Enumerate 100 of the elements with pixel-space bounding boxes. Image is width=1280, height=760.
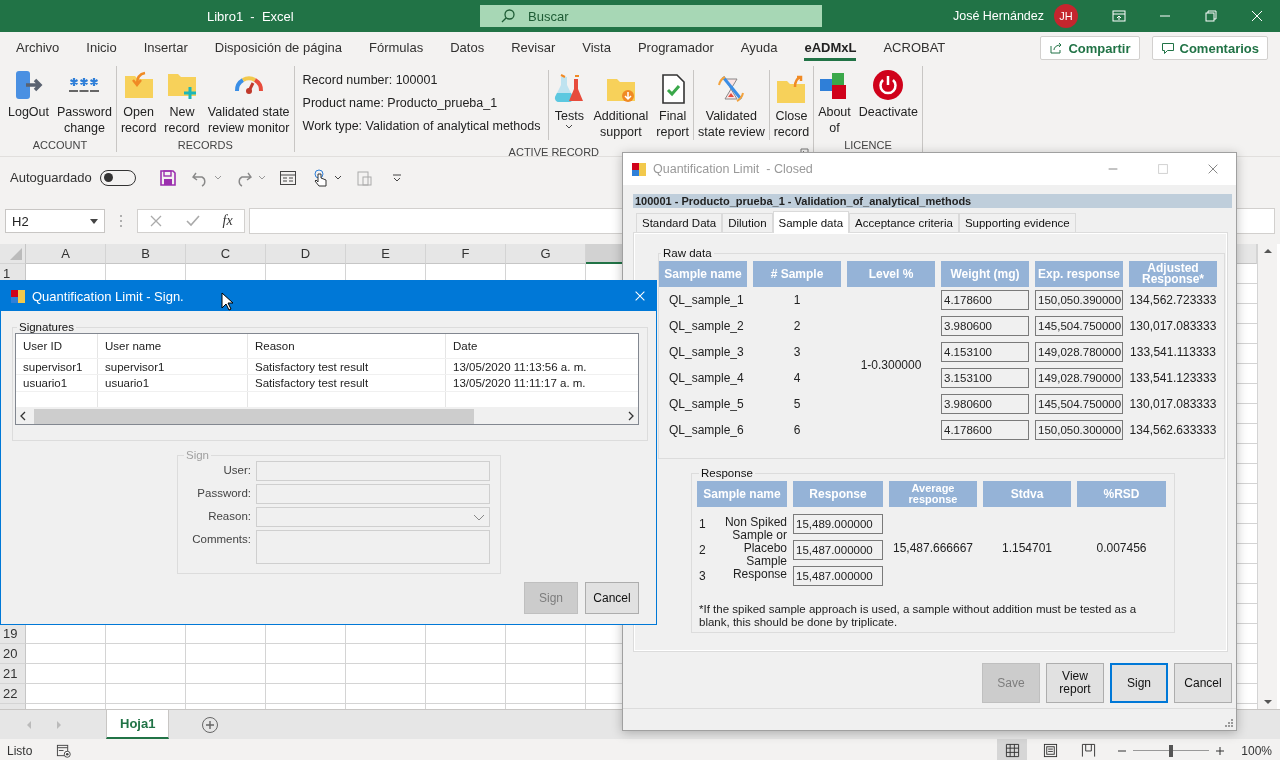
dialog-button[interactable]: Sign: [1110, 663, 1168, 703]
column-header[interactable]: G: [506, 244, 586, 264]
macro-recording-icon[interactable]: [56, 743, 72, 758]
add-sheet-icon[interactable]: [201, 715, 220, 734]
customize-icon[interactable]: [391, 173, 402, 182]
row-header[interactable]: 19: [0, 624, 26, 644]
zoom-in-icon[interactable]: [1215, 745, 1226, 756]
response-field[interactable]: 145,504.750000: [1035, 316, 1123, 336]
resize-grip-icon[interactable]: [1223, 717, 1233, 727]
down-arrow-icon[interactable]: [1262, 699, 1273, 705]
ribbon-button[interactable]: About of: [814, 66, 855, 138]
scrollbar-thumb[interactable]: [34, 408, 474, 424]
name-box[interactable]: H2: [5, 209, 105, 233]
weight-field[interactable]: 3.153100: [941, 368, 1029, 388]
ribbon-tab[interactable]: eADMxL: [804, 35, 857, 61]
tab[interactable]: Dilution: [722, 213, 773, 232]
check-icon[interactable]: [185, 214, 200, 228]
comments-button[interactable]: Comentarios: [1151, 36, 1268, 60]
ribbon-button[interactable]: Open record: [116, 66, 161, 138]
input-field[interactable]: [256, 484, 490, 504]
tab[interactable]: Standard Data: [636, 213, 723, 232]
weight-field[interactable]: 4.178600: [941, 420, 1029, 440]
close-icon[interactable]: [633, 289, 647, 303]
search-field[interactable]: Buscar: [480, 5, 822, 27]
response-field[interactable]: 145,504.750000: [1035, 394, 1123, 414]
response-field[interactable]: 15,487.000000: [793, 566, 883, 586]
column-header[interactable]: A: [26, 244, 106, 264]
tab[interactable]: Supporting evidence: [958, 213, 1076, 232]
ribbon-display-icon[interactable]: [1111, 8, 1127, 24]
column-header[interactable]: User ID: [16, 334, 98, 358]
close-icon[interactable]: [1206, 162, 1220, 176]
normal-view-button[interactable]: [997, 739, 1028, 760]
close-icon[interactable]: [1249, 8, 1265, 24]
response-field[interactable]: 149,028.780000: [1035, 342, 1123, 362]
slider-thumb[interactable]: [1169, 744, 1174, 757]
cancel-icon[interactable]: [149, 214, 164, 228]
response-field[interactable]: 149,028.790000: [1035, 368, 1123, 388]
ribbon-tab[interactable]: Ayuda: [740, 35, 778, 61]
restore-icon[interactable]: [1203, 8, 1219, 24]
tab[interactable]: Sample data: [772, 211, 850, 233]
form-icon[interactable]: [278, 168, 297, 187]
save-icon[interactable]: [158, 168, 177, 187]
horizontal-scrollbar[interactable]: [16, 408, 638, 424]
ribbon-tab[interactable]: ACROBAT: [883, 35, 946, 61]
ribbon-tab[interactable]: Vista: [582, 35, 611, 61]
row-header[interactable]: 22: [0, 684, 26, 704]
ribbon-button[interactable]: Additional support: [589, 70, 653, 140]
grip-icon: [119, 214, 123, 228]
ribbon-button[interactable]: Close record: [769, 70, 814, 140]
column-header[interactable]: F: [426, 244, 506, 264]
ribbon-tab[interactable]: Insertar: [143, 35, 188, 61]
ribbon-tab[interactable]: Fórmulas: [369, 35, 424, 61]
ribbon-tab[interactable]: Archivo: [16, 35, 60, 61]
vertical-scrollbar[interactable]: [1257, 244, 1277, 709]
row-header[interactable]: 20: [0, 644, 26, 664]
response-field[interactable]: 15,489.000000: [793, 514, 883, 534]
response-field[interactable]: 150,050.390000: [1035, 290, 1123, 310]
weight-field[interactable]: 4.153100: [941, 342, 1029, 362]
ribbon-button[interactable]: Validated state review: [694, 70, 769, 140]
weight-field[interactable]: 3.980600: [941, 316, 1029, 336]
ribbon-button[interactable]: Validated state review monitor: [203, 66, 294, 138]
column-header[interactable]: Date: [446, 334, 638, 358]
row-header[interactable]: 21: [0, 664, 26, 684]
insert-function-button[interactable]: fx: [222, 213, 233, 229]
zoom-level[interactable]: 100%: [1241, 743, 1272, 758]
dialog-button[interactable]: Cancel: [1174, 663, 1232, 703]
tab[interactable]: Acceptance criteria: [849, 213, 959, 232]
comments-field[interactable]: [256, 530, 490, 564]
ribbon-button[interactable]: Final report: [652, 70, 693, 140]
user-avatar[interactable]: JH: [1054, 4, 1078, 28]
column-header[interactable]: D: [266, 244, 346, 264]
ribbon-tab[interactable]: Inicio: [86, 35, 117, 61]
ribbon-button[interactable]: LogOut: [4, 66, 53, 138]
ribbon-button[interactable]: Password change: [53, 66, 116, 138]
response-field[interactable]: 15,487.000000: [793, 540, 883, 560]
ribbon-tab[interactable]: Disposición de página: [214, 35, 342, 61]
dialog-button[interactable]: Cancel: [585, 582, 639, 614]
ribbon-tab[interactable]: Revisar: [511, 35, 556, 61]
dialog-button[interactable]: View report: [1046, 663, 1104, 703]
weight-field[interactable]: 4.178600: [941, 290, 1029, 310]
input-field[interactable]: [256, 461, 490, 481]
table-cell: supervisor1: [98, 358, 248, 375]
ribbon-tab[interactable]: Datos: [450, 35, 485, 61]
response-field[interactable]: 150,050.300000: [1035, 420, 1123, 440]
sheet-tab[interactable]: Hoja1: [106, 710, 170, 739]
column-header: Response: [793, 481, 883, 507]
column-header[interactable]: B: [106, 244, 186, 264]
share-button[interactable]: Compartir: [1040, 36, 1140, 60]
ribbon-button[interactable]: New record: [160, 66, 204, 138]
column-header[interactable]: C: [186, 244, 266, 264]
ribbon-tab[interactable]: Programador: [637, 35, 714, 61]
caret-icon[interactable]: [333, 175, 342, 180]
table-cell-text: 13/05/2020 11:13:56 a. m.: [452, 359, 588, 375]
ribbon-button[interactable]: Tests: [549, 70, 590, 140]
ribbon-button[interactable]: Deactivate: [854, 66, 922, 138]
weight-field[interactable]: 3.980600: [941, 394, 1029, 414]
column-header[interactable]: E: [346, 244, 426, 264]
column-header[interactable]: User name: [98, 334, 248, 358]
up-arrow-icon[interactable]: [1262, 248, 1273, 254]
column-header[interactable]: Reason: [248, 334, 446, 358]
